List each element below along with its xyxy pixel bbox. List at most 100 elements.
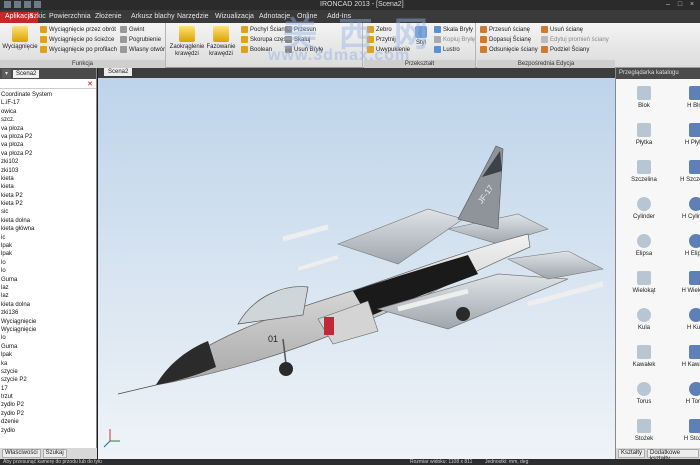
- fillet-button[interactable]: Zaokrąglenie krawędzi: [169, 26, 205, 58]
- catalog-item[interactable]: Cylinder: [620, 197, 668, 220]
- extrude-button[interactable]: Wyciągnięcie: [2, 26, 38, 51]
- thread-button[interactable]: Gwint: [120, 26, 144, 33]
- tree-node[interactable]: Guma: [0, 343, 96, 351]
- tree-node[interactable]: zydło P2: [0, 401, 96, 409]
- move-face-button[interactable]: Przesuń ścianę: [480, 26, 530, 33]
- tab-extra-shapes[interactable]: Dodatkowe kształty: [647, 449, 699, 462]
- catalog-item[interactable]: H Kula: [672, 308, 700, 331]
- delete-face-button[interactable]: Usuń ścianę: [541, 26, 583, 33]
- catalog-item[interactable]: Szczelina: [620, 160, 668, 183]
- tree-node[interactable]: ic: [0, 234, 96, 242]
- tab-powierzchnia[interactable]: Powierzchnia: [44, 12, 96, 23]
- tab-scene[interactable]: Scena2: [13, 69, 40, 78]
- catalog-item[interactable]: Blok: [620, 86, 668, 109]
- tree-node[interactable]: laz: [0, 292, 96, 300]
- catalog-item[interactable]: H Torus: [672, 382, 700, 405]
- new-icon[interactable]: [4, 1, 11, 8]
- tree-node[interactable]: kieta: [0, 183, 96, 191]
- tree-node[interactable]: zydło P2: [0, 410, 96, 418]
- undo-icon[interactable]: [34, 1, 41, 8]
- tree-filter-row[interactable]: ✕: [0, 79, 96, 89]
- close-icon[interactable]: ✕: [87, 80, 93, 88]
- tree-node[interactable]: Wyciągnięcie: [0, 326, 96, 334]
- tree-node[interactable]: zki103: [0, 167, 96, 175]
- loft-button[interactable]: Wyciągnięcie po profilach: [40, 46, 117, 53]
- tree-node[interactable]: va płoza: [0, 125, 96, 133]
- tree-node[interactable]: zki136: [0, 309, 96, 317]
- catalog-item[interactable]: Kawałek: [620, 345, 668, 368]
- tree-node[interactable]: va płoza: [0, 141, 96, 149]
- tree-node[interactable]: kieta główna: [0, 225, 96, 233]
- catalog-item[interactable]: Płytka: [620, 123, 668, 146]
- catalog-item[interactable]: H Wielokąt: [672, 271, 700, 294]
- tree-node[interactable]: laz: [0, 284, 96, 292]
- tree-node[interactable]: ka: [0, 360, 96, 368]
- tree-node[interactable]: kieta P2: [0, 192, 96, 200]
- catalog-item[interactable]: H Blok: [672, 86, 700, 109]
- tree-node[interactable]: kieta: [0, 175, 96, 183]
- tree-node[interactable]: L.iF-17: [0, 99, 96, 107]
- tree-node[interactable]: lpak: [0, 250, 96, 258]
- tree-node[interactable]: lo: [0, 259, 96, 267]
- tree-node[interactable]: trzut: [0, 393, 96, 401]
- offset-face-button[interactable]: Odsunięcie ściany: [480, 46, 538, 53]
- tab-properties[interactable]: Właściwości: [2, 449, 41, 458]
- tab-search[interactable]: Szukaj: [42, 449, 67, 458]
- tree-node[interactable]: szcz.: [0, 116, 96, 124]
- catalog-item[interactable]: H Szczelina: [672, 160, 700, 183]
- maximize-icon[interactable]: □: [675, 0, 685, 9]
- tree-node[interactable]: zydło: [0, 427, 96, 435]
- open-icon[interactable]: [14, 1, 21, 8]
- tree-node[interactable]: 17: [0, 385, 96, 393]
- tree-node[interactable]: Coordinate System: [0, 91, 96, 99]
- tree-node[interactable]: va płoza P2: [0, 133, 96, 141]
- tree-node[interactable]: szycie: [0, 368, 96, 376]
- scale-body-button[interactable]: Skala Bryły: [434, 26, 473, 33]
- tree-node[interactable]: zki102: [0, 158, 96, 166]
- draft-face-button[interactable]: Pochyl Ściany: [241, 26, 288, 33]
- match-face-button[interactable]: Dopasuj Ścianę: [480, 36, 531, 43]
- edit-face-radius-button[interactable]: Edytuj promień ściany: [541, 36, 609, 43]
- copy-body-button[interactable]: Kopiuj Bryłę: [434, 36, 475, 43]
- 3d-viewport[interactable]: Scena2 美 西 网 www.3dmax.com 01 JF-17: [98, 16, 615, 460]
- catalog-item[interactable]: Stożek: [620, 419, 668, 442]
- tree-node[interactable]: kieta dolna: [0, 301, 96, 309]
- catalog-item[interactable]: Torus: [620, 382, 668, 405]
- pin-icon[interactable]: ▾: [2, 69, 12, 78]
- catalog-item[interactable]: H Elipsa: [672, 234, 700, 257]
- mirror-button[interactable]: Lustro: [434, 46, 460, 53]
- tab-zlozenie[interactable]: Złożenie: [90, 12, 126, 23]
- tree-node[interactable]: lpak: [0, 242, 96, 250]
- catalog-item[interactable]: H Płytka: [672, 123, 700, 146]
- aircraft-model[interactable]: 01 JF-17: [98, 69, 615, 460]
- tree-node[interactable]: owica: [0, 108, 96, 116]
- tree-node[interactable]: Wyciągnięcie: [0, 318, 96, 326]
- minimize-icon[interactable]: –: [663, 0, 673, 9]
- save-icon[interactable]: [24, 1, 31, 8]
- catalog-item[interactable]: Elipsa: [620, 234, 668, 257]
- catalog-item[interactable]: Wielokąt: [620, 271, 668, 294]
- catalog-item[interactable]: H Stożek: [672, 419, 700, 442]
- tree-node[interactable]: kieta dolna: [0, 217, 96, 225]
- tree-node[interactable]: sic: [0, 208, 96, 216]
- close-icon[interactable]: ×: [687, 0, 697, 9]
- revolve-button[interactable]: Wyciągnięcie przez obrót: [40, 26, 116, 33]
- tree-node[interactable]: lpak: [0, 351, 96, 359]
- tab-narzedzie[interactable]: Narzędzie: [172, 12, 214, 23]
- tree-node[interactable]: dzenie: [0, 418, 96, 426]
- custom-hole-button[interactable]: Wlasny otwór: [120, 46, 165, 53]
- tree-node[interactable]: lo: [0, 267, 96, 275]
- thicken-button[interactable]: Pogrubienie: [120, 36, 161, 43]
- split-faces-button[interactable]: Podziel Ściany: [541, 46, 589, 53]
- catalog-item[interactable]: H Kawałek: [672, 345, 700, 368]
- sweep-button[interactable]: Wyciągnięcie po ścieżce: [40, 36, 114, 43]
- catalog-item[interactable]: H Cylinder: [672, 197, 700, 220]
- tree-node[interactable]: va płoza P2: [0, 150, 96, 158]
- tab-shapes[interactable]: Kształty: [618, 449, 646, 458]
- chamfer-button[interactable]: Fazowanie krawędzi: [203, 26, 239, 58]
- tree-node[interactable]: szycie P2: [0, 376, 96, 384]
- tree-node[interactable]: kieta P2: [0, 200, 96, 208]
- catalog-item[interactable]: Kula: [620, 308, 668, 331]
- tab-wizualizacja[interactable]: Wizualizacja: [210, 12, 259, 23]
- tree-node[interactable]: Guma: [0, 276, 96, 284]
